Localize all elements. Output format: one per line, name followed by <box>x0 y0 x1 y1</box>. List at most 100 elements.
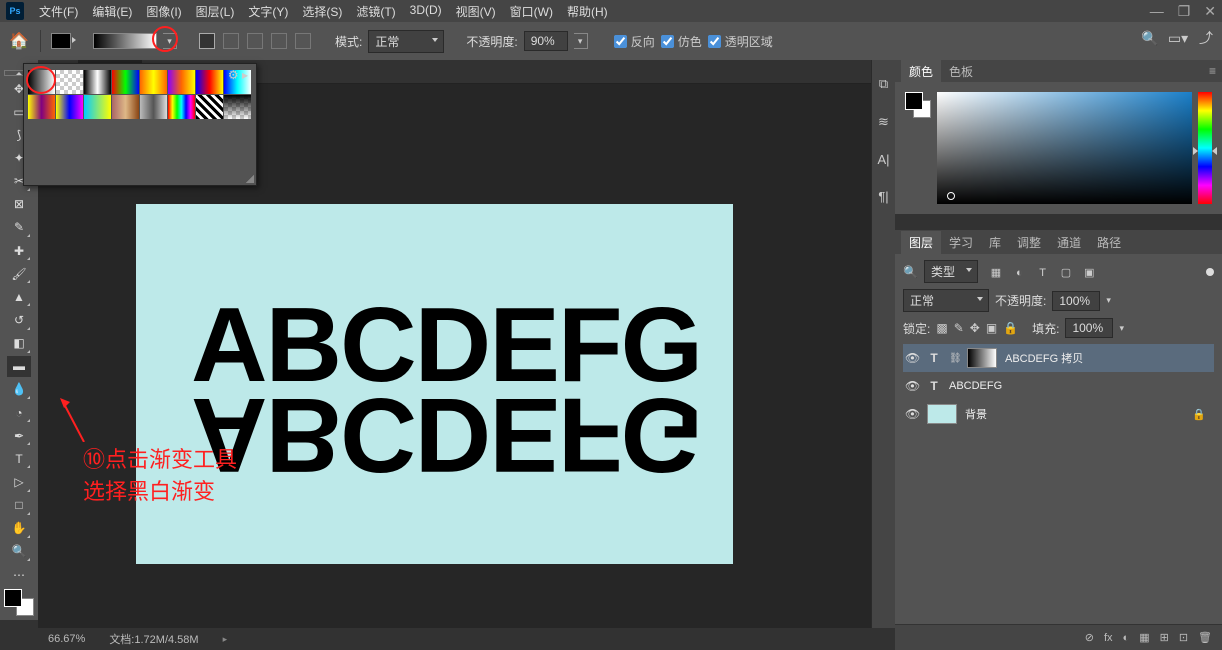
edit-toolbar[interactable]: ⋯ <box>7 564 31 585</box>
color-swatches[interactable] <box>4 589 34 616</box>
filter-adjust-icon[interactable]: ◐ <box>1011 267 1027 279</box>
menu-item[interactable]: 图层(L) <box>189 0 242 23</box>
layers-footer-icon[interactable]: ⊡ <box>1179 631 1188 644</box>
gradient-preset-6[interactable] <box>196 70 223 94</box>
hue-slider[interactable] <box>1198 92 1212 204</box>
path-select-tool[interactable]: ▷ <box>7 471 31 492</box>
visibility-icon[interactable]: 👁 <box>905 407 919 421</box>
layers-footer-icon[interactable]: ⊞ <box>1160 631 1169 644</box>
status-flyout-icon[interactable]: ▸ <box>223 634 228 645</box>
popup-resize-handle[interactable] <box>246 175 254 183</box>
swatches-tab[interactable]: 色板 <box>941 60 981 83</box>
layer-blend-select[interactable]: 正常 <box>903 289 989 312</box>
layers-footer-icon[interactable]: fx <box>1104 632 1113 644</box>
menu-item[interactable]: 滤镜(T) <box>349 0 402 23</box>
search-icon[interactable]: 🔍 <box>1142 30 1158 46</box>
zoom-level[interactable]: 66.67% <box>48 633 85 645</box>
angle-gradient-button[interactable] <box>247 33 263 49</box>
visibility-icon[interactable]: 👁 <box>905 379 919 393</box>
layers-tab[interactable]: 通道 <box>1049 231 1089 254</box>
lock-all-icon[interactable]: 🔒 <box>1003 321 1018 335</box>
maximize-button[interactable]: ❐ <box>1178 3 1191 20</box>
dodge-tool[interactable]: ◔ <box>7 402 31 423</box>
tool-preset-swatch[interactable] <box>51 33 71 49</box>
layers-tab[interactable]: 调整 <box>1009 231 1049 254</box>
color-panel-menu-icon[interactable]: ≡ <box>1209 64 1216 78</box>
close-window-button[interactable]: ✕ <box>1204 3 1216 20</box>
linear-gradient-button[interactable] <box>199 33 215 49</box>
gradient-preset-8[interactable] <box>28 95 55 119</box>
blend-mode-select[interactable]: 正常 <box>368 30 444 53</box>
gradient-preset-14[interactable] <box>196 95 223 119</box>
hand-tool[interactable]: ✋ <box>7 518 31 539</box>
transparency-checkbox[interactable]: 透明区域 <box>708 33 773 50</box>
gradient-dropdown-button[interactable]: ▾ <box>163 33 177 49</box>
home-icon[interactable]: 🏠 <box>8 31 30 51</box>
filter-shape-icon[interactable]: ▢ <box>1058 266 1074 279</box>
gradient-preset-15[interactable] <box>224 95 251 119</box>
healing-tool[interactable]: ✚ <box>7 240 31 261</box>
blur-tool[interactable]: 💧 <box>7 379 31 400</box>
share-icon[interactable]: ⤴ <box>1198 30 1214 46</box>
layers-tab[interactable]: 图层 <box>901 231 941 254</box>
layers-footer-icon[interactable]: 🗑 <box>1198 631 1212 644</box>
foreground-color-swatch[interactable] <box>4 589 22 607</box>
opacity-dropdown[interactable]: ▾ <box>574 33 588 49</box>
color-field[interactable] <box>937 92 1192 204</box>
dither-checkbox[interactable]: 仿色 <box>661 33 702 50</box>
gradient-preset-11[interactable] <box>112 95 139 119</box>
zoom-tool[interactable]: 🔍 <box>7 541 31 562</box>
layer-name[interactable]: ABCDEFG <box>949 380 1002 392</box>
frame-tool[interactable]: ⊠ <box>7 194 31 215</box>
workspace-icon[interactable]: ▭▾ <box>1170 30 1186 46</box>
color-tab[interactable]: 颜色 <box>901 60 941 83</box>
layer-filter-select[interactable]: 类型 <box>924 260 978 283</box>
gradient-preset-4[interactable] <box>140 70 167 94</box>
gradient-preset-5[interactable] <box>168 70 195 94</box>
gradient-preset-0[interactable] <box>28 70 55 94</box>
layer-row[interactable]: 👁T⛓ABCDEFG 拷贝 <box>903 344 1214 372</box>
presets-gear-icon[interactable]: ⚙ ▸ <box>228 68 248 82</box>
filter-toggle[interactable] <box>1206 268 1214 276</box>
menu-item[interactable]: 3D(D) <box>403 0 449 23</box>
layer-fill-field[interactable]: 100% <box>1065 318 1113 338</box>
history-brush-tool[interactable]: ↺ <box>7 309 31 330</box>
diamond-gradient-button[interactable] <box>295 33 311 49</box>
menu-item[interactable]: 图像(I) <box>139 0 188 23</box>
gradient-tool[interactable]: ▬ <box>7 356 31 377</box>
layers-tab[interactable]: 路径 <box>1089 231 1129 254</box>
layer-name[interactable]: 背景 <box>965 406 987 422</box>
pen-tool[interactable]: ✒ <box>7 425 31 446</box>
layers-footer-icon[interactable]: ▦ <box>1139 631 1149 644</box>
link-icon[interactable]: ⛓ <box>949 353 959 364</box>
gradient-preset-9[interactable] <box>56 95 83 119</box>
reverse-checkbox[interactable]: 反向 <box>614 33 655 50</box>
gradient-preset-3[interactable] <box>112 70 139 94</box>
minimize-button[interactable]: — <box>1150 3 1164 19</box>
layer-row[interactable]: 👁TABCDEFG <box>903 372 1214 400</box>
layers-tab[interactable]: 学习 <box>941 231 981 254</box>
gradient-preset-10[interactable] <box>84 95 111 119</box>
menu-item[interactable]: 窗口(W) <box>503 0 560 23</box>
paragraph-panel-icon[interactable]: ¶| <box>878 189 888 204</box>
layers-footer-icon[interactable]: ◐ <box>1123 632 1130 644</box>
layers-tab[interactable]: 库 <box>981 231 1009 254</box>
gradient-preview[interactable] <box>93 33 157 49</box>
menu-item[interactable]: 帮助(H) <box>560 0 615 23</box>
layer-name[interactable]: ABCDEFG 拷贝 <box>1005 350 1083 366</box>
gradient-preset-12[interactable] <box>140 95 167 119</box>
reflected-gradient-button[interactable] <box>271 33 287 49</box>
doc-info[interactable]: 文档:1.72M/4.58M <box>109 631 198 647</box>
visibility-icon[interactable]: 👁 <box>905 351 919 365</box>
radial-gradient-button[interactable] <box>223 33 239 49</box>
lock-trans-icon[interactable]: ▩ <box>936 321 947 335</box>
lock-artboard-icon[interactable]: ▣ <box>986 321 997 335</box>
opacity-field[interactable]: 90% <box>524 31 568 51</box>
clone-tool[interactable]: ▲ <box>7 286 31 307</box>
mini-color-swatches[interactable] <box>905 92 931 118</box>
gradient-preset-13[interactable] <box>168 95 195 119</box>
menu-item[interactable]: 选择(S) <box>295 0 349 23</box>
eyedropper-tool[interactable]: ✎ <box>7 217 31 238</box>
layer-row[interactable]: 👁背景🔒 <box>903 400 1214 428</box>
filter-smart-icon[interactable]: ▣ <box>1081 266 1097 279</box>
